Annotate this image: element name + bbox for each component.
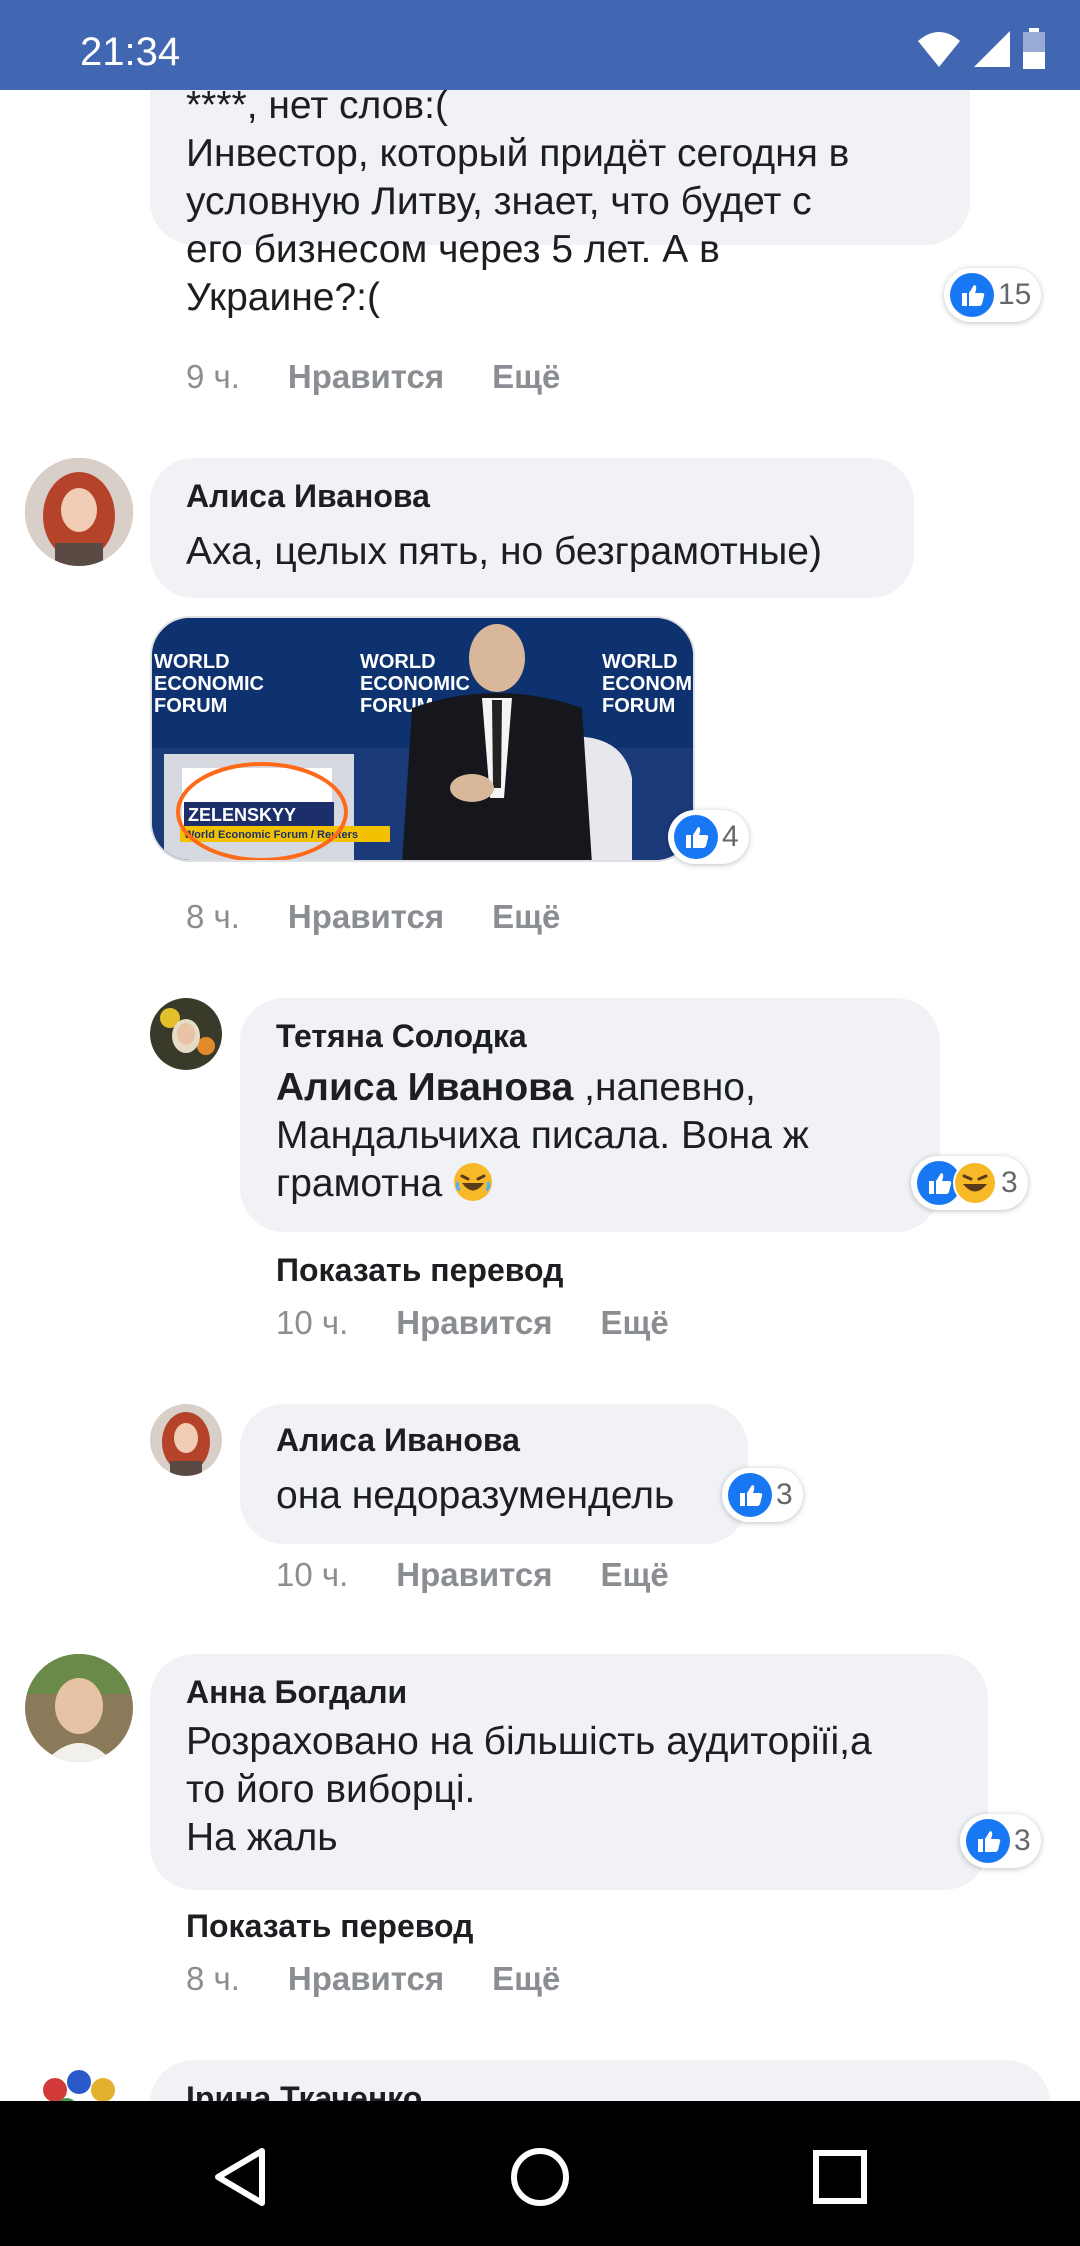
like-button[interactable]: Нравится [288,898,444,936]
svg-text:ECONOMIC: ECONOMIC [360,673,470,695]
comment-actions: 9 ч. Нравится Ещё [186,358,560,396]
comment-author[interactable]: Тетяна Солодка [276,1018,527,1055]
comment-time: 8 ч. [186,898,240,935]
navigation-bar [0,2101,1080,2246]
like-button[interactable]: Нравится [396,1304,552,1342]
show-translation-link[interactable]: Показать перевод [186,1908,473,1945]
like-icon [950,273,994,317]
like-icon [966,1819,1010,1863]
comment-text: Алиса Иванова ,напевно, Мандальчиха писа… [276,1066,809,1205]
comment-time: 10 ч. [276,1304,349,1341]
svg-text:FORUM: FORUM [154,695,227,717]
comment-text: Аха, целых пять, но безграмотные) [186,530,822,573]
comment-time: 8 ч. [186,1960,240,1997]
avatar[interactable] [25,458,133,566]
like-button[interactable]: Нравится [288,1960,444,1998]
reaction-count: 3 [1014,1824,1031,1857]
show-translation-link[interactable]: Показать перевод [276,1252,563,1289]
comment-actions: 8 ч. Нравится Ещё [186,898,560,936]
comment-author[interactable]: Ірина Ткаченко [186,2080,422,2101]
avatar[interactable] [25,2060,133,2101]
laugh-icon [953,1161,997,1205]
laugh-emoji [454,1163,493,1201]
comment-actions: 10 ч. Нравится Ещё [276,1304,669,1342]
status-bar: 21:34 [0,0,1080,90]
wifi-icon [918,32,960,67]
comment-time: 9 ч. [186,358,240,395]
svg-text:WORLD: WORLD [602,651,678,673]
like-button[interactable]: Нравится [288,358,444,396]
avatar[interactable] [25,1654,133,1762]
comment-image[interactable]: WORLD ECONOMIC FORUM WORLD ECONOMIC FORU… [150,616,695,862]
reaction-count: 15 [998,278,1032,311]
comment-time: 10 ч. [276,1556,349,1593]
comment-author[interactable]: Алиса Иванова [186,478,430,515]
mention-link[interactable]: Алиса Иванова [276,1066,573,1109]
reaction-count: 3 [776,1478,793,1511]
more-button[interactable]: Ещё [601,1556,669,1594]
comment-actions: 10 ч. Нравится Ещё [276,1556,669,1594]
reactions-badge[interactable]: 3 [960,1814,1041,1868]
reactions-badge[interactable]: 3 [911,1156,1028,1210]
battery-icon [1023,28,1045,69]
like-icon [728,1473,772,1517]
comment-text: она недоразумендель [276,1474,675,1517]
like-button[interactable]: Нравится [396,1556,552,1594]
recents-icon[interactable] [800,2137,880,2217]
comment-actions: 8 ч. Нравится Ещё [186,1960,560,1998]
reaction-count: 4 [722,820,739,853]
comment-text: Розраховано на більшість аудиторіїі,а то… [186,1720,872,1859]
comment-author[interactable]: Анна Богдали [186,1674,407,1711]
avatar[interactable] [150,998,222,1070]
name-plate-text: ZELENSKYY [188,805,296,825]
banner-text: WORLD [154,651,230,673]
status-icons [916,28,1046,70]
like-icon [674,815,718,859]
comment-text: ****, нет слов:( Инвестор, который придё… [186,90,850,319]
comment-author[interactable]: Алиса Иванова [276,1422,520,1459]
reaction-count: 3 [1001,1166,1018,1199]
svg-text:ECONOMIC: ECONOMIC [154,673,264,695]
more-button[interactable]: Ещё [601,1304,669,1342]
reactions-badge[interactable]: 3 [722,1468,803,1522]
avatar[interactable] [150,1404,222,1476]
reactions-badge[interactable]: 4 [668,810,749,864]
signal-icon [974,31,1010,67]
more-button[interactable]: Ещё [492,898,560,936]
svg-text:WORLD: WORLD [360,651,436,673]
reactions-badge[interactable]: 15 [944,268,1042,322]
status-time: 21:34 [80,30,181,74]
more-button[interactable]: Ещё [492,1960,560,1998]
svg-text:FORUM: FORUM [602,695,675,717]
back-icon[interactable] [200,2137,280,2217]
comments-list: ****, нет слов:( Инвестор, который придё… [0,90,1080,2101]
svg-text:ECONOMIC: ECONOMIC [602,673,695,695]
more-button[interactable]: Ещё [492,358,560,396]
home-icon[interactable] [500,2137,580,2217]
